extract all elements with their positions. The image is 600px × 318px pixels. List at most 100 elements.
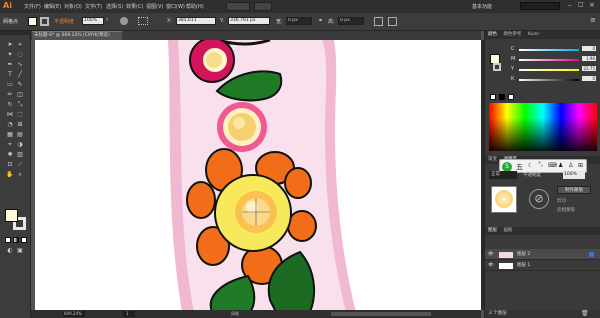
- wubi-icon[interactable]: 五: [516, 162, 523, 172]
- menu-object[interactable]: 对象(O): [64, 3, 82, 10]
- curvature-tool-icon[interactable]: ∿: [16, 61, 24, 69]
- graph-tool-icon[interactable]: ▥: [16, 151, 24, 159]
- black-value[interactable]: 0: [582, 76, 596, 81]
- tab-layers[interactable]: 图层: [488, 227, 497, 235]
- panel-opacity-field[interactable]: 100%: [563, 171, 585, 179]
- layer-selection-indicator[interactable]: [589, 252, 594, 257]
- tab-gradient[interactable]: 渐变: [488, 156, 497, 164]
- shirt-icon[interactable]: ♙: [568, 162, 573, 169]
- tab-color[interactable]: 颜色: [488, 31, 497, 39]
- menu-view[interactable]: 视图(V): [146, 3, 163, 10]
- yellow-value[interactable]: 22.75: [582, 66, 596, 71]
- pen-tool-icon[interactable]: ✒: [6, 61, 14, 69]
- transform-icon[interactable]: [374, 17, 383, 26]
- gradient-mode-icon[interactable]: [13, 237, 19, 243]
- paintbrush-tool-icon[interactable]: ✎: [16, 81, 24, 89]
- make-mask-button[interactable]: 制作蒙版: [557, 186, 591, 194]
- layer-name[interactable]: 图层 1: [517, 260, 530, 271]
- punctuation-icon[interactable]: °,: [538, 161, 543, 168]
- panel-menu-icon[interactable]: ≡: [590, 16, 596, 24]
- free-transform-icon[interactable]: ⬚: [16, 111, 24, 119]
- eye-icon[interactable]: 👁: [488, 249, 494, 260]
- chevron-right-icon[interactable]: ›: [106, 16, 108, 23]
- search-input[interactable]: [520, 2, 560, 10]
- horizontal-scrollbar[interactable]: [331, 312, 431, 316]
- color-panel-stroke[interactable]: [493, 63, 501, 71]
- moon-icon[interactable]: ☾: [528, 162, 533, 169]
- zoom-field[interactable]: 609.24%: [63, 311, 85, 317]
- rectangle-tool-icon[interactable]: ▭: [6, 81, 14, 89]
- menu-type[interactable]: 文字(T): [85, 3, 102, 10]
- fill-swatch[interactable]: [28, 17, 37, 26]
- gradient-tool-icon[interactable]: ▤: [16, 131, 24, 139]
- menu-window[interactable]: 窗口(W): [166, 3, 185, 10]
- cyan-slider[interactable]: [519, 49, 579, 51]
- stroke-swatch[interactable]: [40, 17, 49, 26]
- grid-icon[interactable]: ⊞: [578, 162, 583, 169]
- y-field[interactable]: 336.791 px: [228, 17, 270, 25]
- width-tool-icon[interactable]: ⋈: [6, 111, 14, 119]
- type-tool-icon[interactable]: T: [6, 71, 14, 79]
- close-icon[interactable]: ×: [589, 1, 595, 9]
- workspace-switcher[interactable]: 基本功能: [472, 3, 492, 10]
- draw-mode-icon[interactable]: ◐: [6, 247, 14, 255]
- zoom-tool-icon[interactable]: ⌕: [16, 171, 24, 179]
- blend-tool-icon[interactable]: ◑: [16, 141, 24, 149]
- maximize-icon[interactable]: □: [578, 1, 584, 8]
- arrange-button[interactable]: [254, 2, 272, 11]
- eraser-tool-icon[interactable]: ◫: [16, 91, 24, 99]
- fill-color-box[interactable]: [5, 209, 18, 222]
- white-swatch[interactable]: [508, 94, 514, 100]
- color-spectrum[interactable]: [489, 103, 597, 151]
- screen-mode-icon[interactable]: ▣: [16, 247, 24, 255]
- invert-mask-checkbox[interactable]: 反相蒙版: [557, 207, 575, 213]
- bridge-button[interactable]: [226, 2, 250, 11]
- pencil-tool-icon[interactable]: ✏: [6, 91, 14, 99]
- menu-edit[interactable]: 编辑(E): [44, 3, 61, 10]
- tab-kuler[interactable]: Kuler: [528, 31, 539, 39]
- opacity-link[interactable]: 不透明度: [54, 18, 74, 25]
- black-slider[interactable]: [519, 79, 579, 81]
- none-swatch[interactable]: [490, 94, 496, 100]
- rotate-tool-icon[interactable]: ↻: [6, 101, 14, 109]
- direct-selection-tool-icon[interactable]: ➢: [16, 41, 24, 49]
- artboard-canvas[interactable]: [35, 40, 481, 312]
- x-field[interactable]: 385.611: [176, 17, 216, 25]
- hand-tool-icon[interactable]: ✋: [6, 171, 14, 179]
- magenta-slider[interactable]: [519, 59, 579, 61]
- trash-icon[interactable]: 🗑: [581, 310, 589, 318]
- artboard-tool-icon[interactable]: ⊡: [6, 161, 14, 169]
- user-icon[interactable]: ♟: [558, 162, 563, 169]
- mesh-tool-icon[interactable]: ▦: [6, 131, 14, 139]
- layer-row[interactable]: 👁 图层 1: [485, 260, 600, 271]
- keyboard-icon[interactable]: ⌨: [548, 162, 557, 169]
- minimize-icon[interactable]: –: [568, 1, 572, 9]
- line-tool-icon[interactable]: ╱: [16, 71, 24, 79]
- menu-help[interactable]: 帮助(H): [186, 3, 204, 10]
- tab-color-guide[interactable]: 颜色参考: [503, 31, 521, 39]
- shape-builder-icon[interactable]: ◔: [6, 121, 14, 129]
- isolate-icon[interactable]: [388, 17, 397, 26]
- h-field[interactable]: 0 px: [338, 17, 364, 25]
- page-field[interactable]: 1: [123, 311, 135, 317]
- tools-grip[interactable]: [0, 31, 31, 35]
- scale-tool-icon[interactable]: ⤡: [16, 101, 24, 109]
- black-swatch[interactable]: [499, 94, 505, 100]
- menu-select[interactable]: 选择(S): [106, 3, 123, 10]
- perspective-grid-icon[interactable]: ⊞: [16, 121, 24, 129]
- magenta-value[interactable]: 1.96: [582, 56, 596, 61]
- opacity-field[interactable]: 100%: [82, 17, 104, 25]
- document-tab[interactable]: 未标题-8* @ 609.24% (CMYK/预览): [32, 31, 122, 40]
- eyedropper-tool-icon[interactable]: ⌖: [6, 141, 14, 149]
- w-field[interactable]: 0 px: [286, 17, 312, 25]
- slice-tool-icon[interactable]: ⟋: [16, 161, 24, 169]
- menu-effect[interactable]: 效果(C): [126, 3, 143, 10]
- link-icon[interactable]: ⚭: [318, 17, 323, 24]
- cyan-value[interactable]: 0: [582, 46, 596, 51]
- lasso-tool-icon[interactable]: ◌: [16, 51, 24, 59]
- object-thumbnail[interactable]: [491, 186, 517, 213]
- magic-wand-icon[interactable]: ✦: [6, 51, 14, 59]
- layer-row[interactable]: 👁 图层 2: [485, 249, 600, 260]
- selection-tool-icon[interactable]: ➤: [6, 41, 14, 49]
- tab-artboards[interactable]: 画板: [503, 227, 512, 235]
